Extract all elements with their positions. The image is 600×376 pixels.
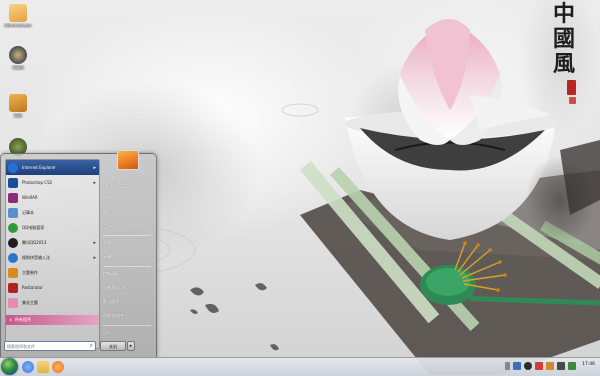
power-icon[interactable] [568,362,576,370]
red-seal-stamp [567,80,576,95]
sogou-tray-icon[interactable] [535,362,543,370]
program-item-winrar[interactable]: WinRAR [6,190,99,205]
places-item-default-programs[interactable]: 默认程序 [103,297,151,307]
places-separator [103,235,151,236]
chevron-right-icon: ▸ [129,343,133,349]
program-item-internet-explorer[interactable]: Internet Explorer ▸ [6,160,99,175]
start-menu-programs-pane: Internet Explorer ▸ Photoshop CS2 ▸ WinR… [5,159,100,349]
qq-icon [8,237,18,248]
desktop-icon-administrator[interactable]: Administrator [2,4,34,28]
program-label: Restorator [22,285,43,290]
places-item-help-support[interactable]: 帮助和支持 [103,311,151,321]
flag-icon[interactable] [546,362,554,370]
desktop-icon-label: Administrator [4,23,32,28]
calligraphy-char: 中 [552,1,575,27]
program-label: 主题制作 [22,269,38,275]
search-icon: ⌕ [89,342,93,349]
program-label: WinRAR [22,195,38,200]
places-item-run[interactable]: 运行... [103,328,151,338]
program-item-restorator[interactable]: Restorator [6,280,99,295]
photoshop-icon [8,177,18,188]
places-item-music[interactable]: 音乐 [103,221,151,231]
user-avatar[interactable] [117,150,139,170]
sogou-icon [8,252,18,263]
desktop-icon-label: 网络 [14,113,22,118]
program-label: QQ电脑管家 [22,224,45,230]
all-programs-button[interactable]: ▸ 所有程序 [6,315,99,325]
program-item-photoshop[interactable]: Photoshop CS2 ▸ [6,175,99,190]
calligraphy-char: 國 [552,26,575,52]
winrar-icon [8,192,18,203]
volume-icon[interactable] [557,362,565,370]
network-icon [9,94,27,112]
program-item-notepad[interactable]: 记事本 [6,205,99,220]
chevron-right-icon: ▸ [93,254,96,261]
places-item-games[interactable]: 游戏 [103,238,151,248]
program-label: Internet Explorer [22,165,56,170]
program-item-theme-maker[interactable]: 主题制作 [6,265,99,280]
desktop-icon-network[interactable]: 网络 [2,94,34,119]
taskbar-explorer-folder-icon[interactable] [37,361,49,373]
computer-icon [9,46,27,64]
restorator-icon [8,282,18,293]
red-seal-stamp-small [569,97,576,104]
taskbar: 17:46 [0,357,600,376]
program-item-qq-manager[interactable]: QQ电脑管家 [6,220,99,235]
places-item-devices-printers[interactable]: 设备和打印机 [103,283,151,293]
taskbar-media-player-icon[interactable] [52,361,64,373]
internet-explorer-icon [8,162,18,173]
network-tray-icon[interactable] [513,362,521,370]
program-item-sogou[interactable]: 搜狗拼音输入法 ▸ [6,250,99,265]
start-menu-places-pane: Administrator 文档 图片 音乐 游戏 计算机 控制面板 设备和打印… [101,150,153,347]
places-item-control-panel[interactable]: 控制面板 [103,269,151,279]
program-item-theme-beautify[interactable]: 美化主题 [6,295,99,310]
start-menu: Internet Explorer ▸ Photoshop CS2 ▸ WinR… [0,150,157,359]
program-label: Photoshop CS2 [22,180,53,185]
program-label: 腾讯QQ2013 [22,239,47,245]
start-search-box[interactable]: ⌕ [4,341,96,351]
start-search-input[interactable] [5,342,87,350]
chevron-right-icon: ▸ [93,164,96,171]
taskbar-clock[interactable]: 17:46 [582,362,595,367]
places-item-pictures[interactable]: 图片 [103,207,151,217]
chevron-right-icon: ▸ [10,317,13,322]
program-label: 记事本 [22,209,34,215]
places-item-administrator[interactable]: Administrator [103,179,151,189]
places-separator [103,325,151,326]
taskbar-internet-explorer-icon[interactable] [22,361,34,373]
user-folder-icon [9,4,27,22]
shutdown-button[interactable]: 关机 [100,341,126,351]
all-programs-label: 所有程序 [15,317,32,322]
chevron-right-icon: ▸ [93,179,96,186]
qq-tray-icon[interactable] [524,362,532,370]
qq-manager-icon [8,222,18,233]
chevron-right-icon: ▸ [93,239,96,246]
places-separator [103,266,151,267]
places-item-documents[interactable]: 文档 [103,193,151,203]
start-button[interactable] [1,358,18,375]
chevron-up-icon[interactable] [505,362,510,370]
system-tray [505,362,576,372]
notepad-icon [8,207,18,218]
places-item-computer[interactable]: 计算机 [103,252,151,262]
program-item-qq[interactable]: 腾讯QQ2013 ▸ [6,235,99,250]
program-label: 搜狗拼音输入法 [22,254,50,260]
theme-beautify-icon [8,297,18,308]
theme-maker-icon [8,267,18,278]
shutdown-options-button[interactable]: ▸ [127,341,135,351]
desktop-icon-computer[interactable]: 计算机 [2,46,34,71]
desktop-icon-label: 计算机 [12,65,24,70]
calligraphy-title: 中 國 風 [550,2,578,77]
program-label: 美化主题 [22,299,38,305]
calligraphy-char: 風 [552,51,575,77]
